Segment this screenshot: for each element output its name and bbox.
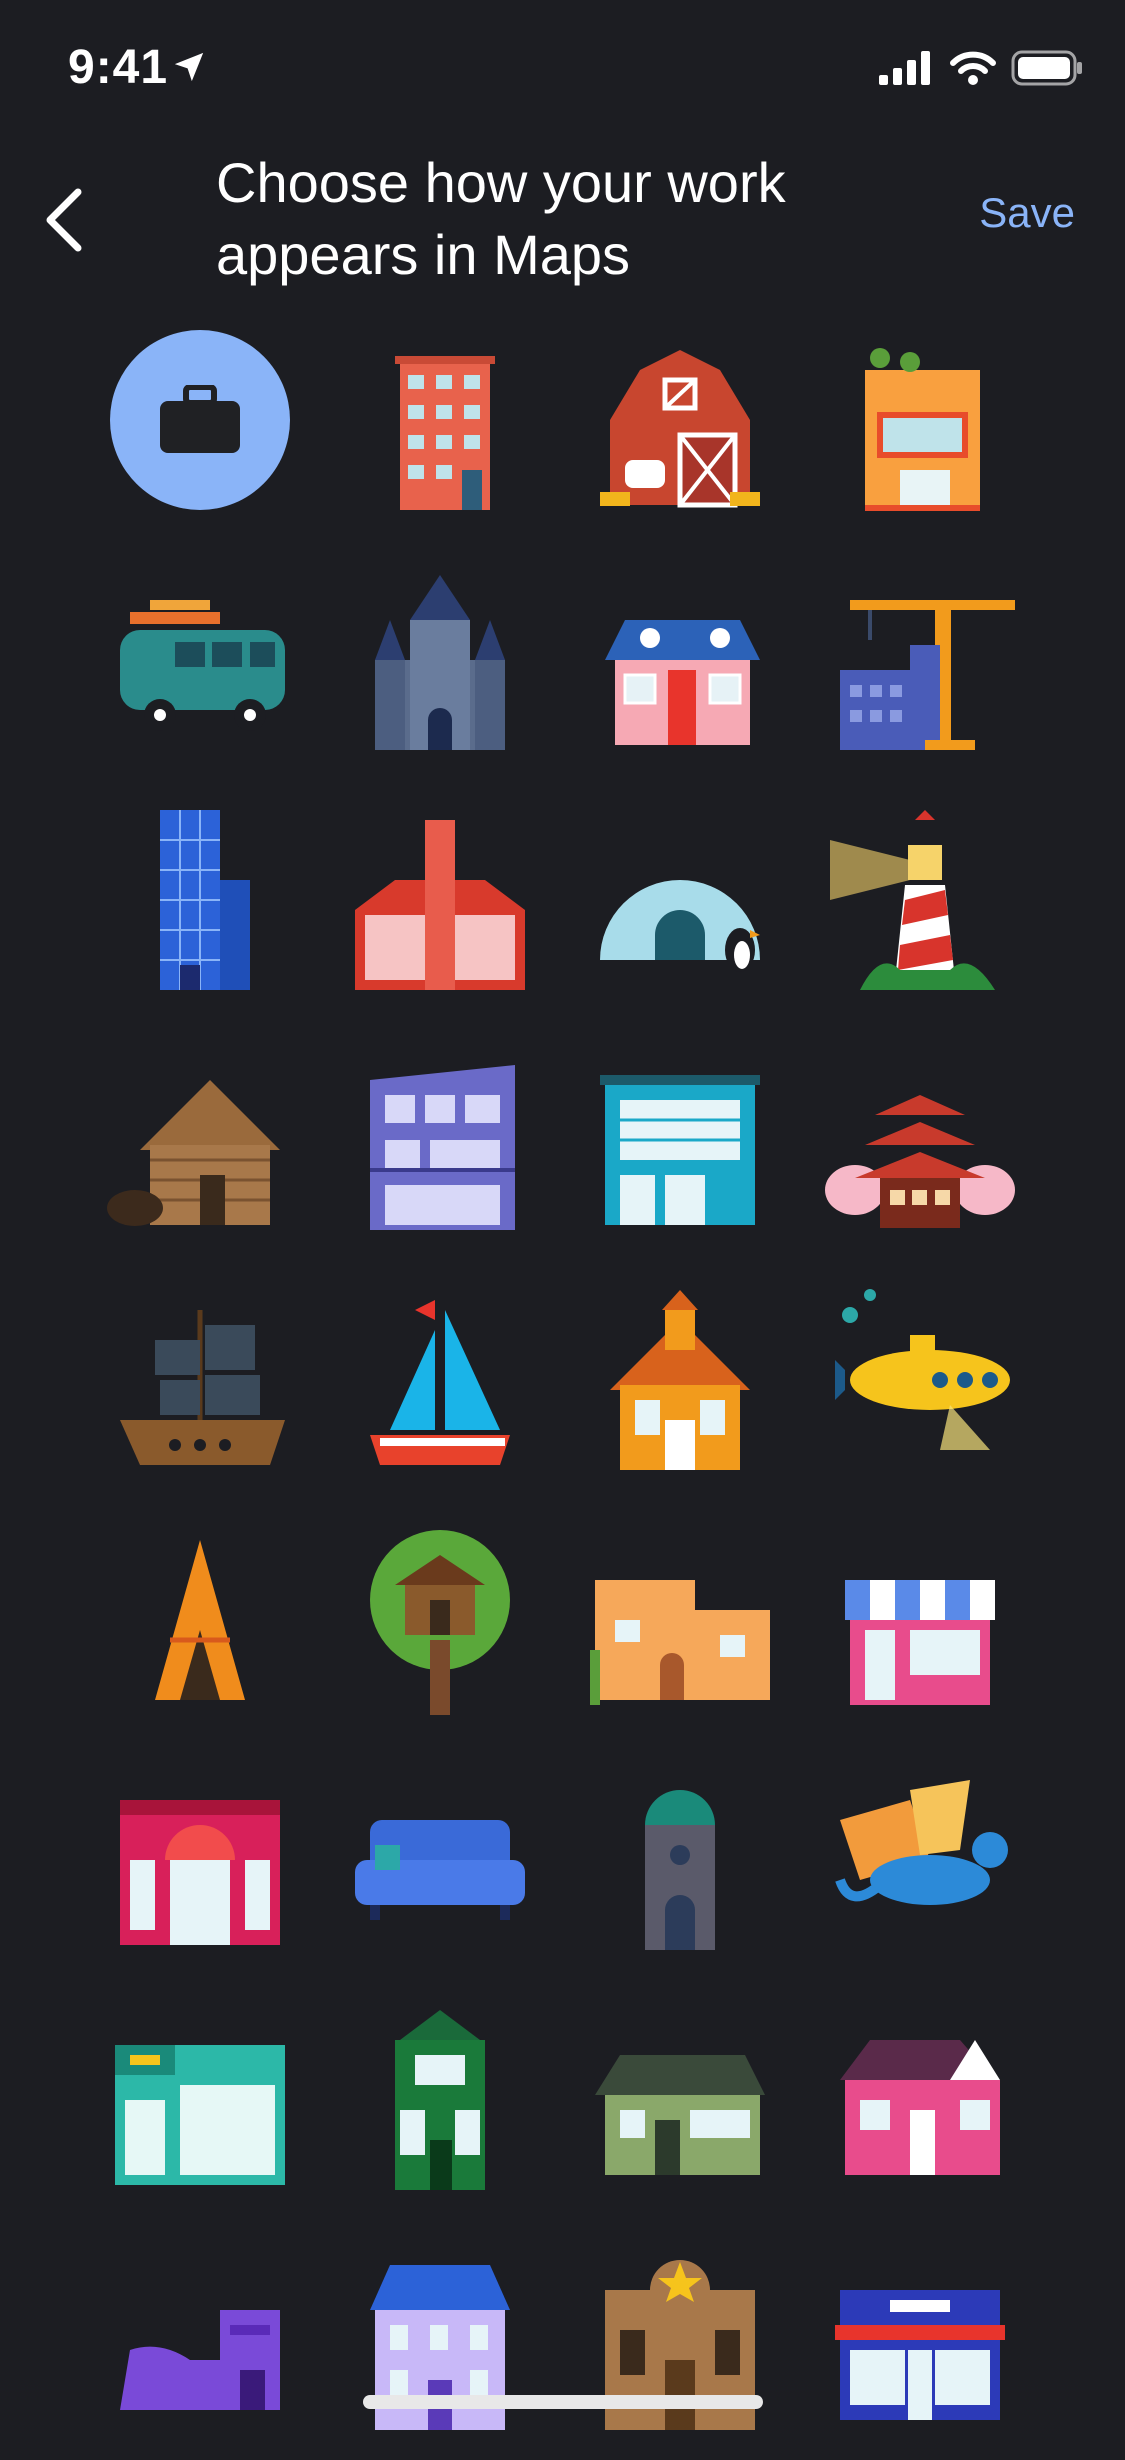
yellow-submarine-icon[interactable] — [800, 1260, 1040, 1500]
selected-indicator — [110, 330, 290, 510]
pagoda-icon[interactable] — [800, 1020, 1040, 1260]
dragon-icon[interactable] — [800, 1740, 1040, 1980]
blue-sofa-icon[interactable] — [320, 1740, 560, 1980]
back-arrow-icon[interactable] — [36, 180, 96, 260]
schoolhouse-icon[interactable] — [560, 1260, 800, 1500]
office-tower-icon[interactable] — [80, 780, 320, 1020]
camper-van-icon[interactable] — [80, 540, 320, 780]
title-line-1: Choose how your work — [216, 151, 786, 214]
glass-house-icon[interactable] — [320, 780, 560, 1020]
cottage-icon[interactable] — [560, 540, 800, 780]
red-storefront-icon[interactable] — [80, 1740, 320, 1980]
apartment-building-icon[interactable] — [320, 300, 560, 540]
shoe-house-icon[interactable] — [80, 2220, 320, 2460]
pirate-ship-icon[interactable] — [80, 1260, 320, 1500]
status-icons — [879, 50, 1083, 86]
igloo-icon[interactable] — [560, 780, 800, 1020]
gym-icon[interactable] — [80, 1980, 320, 2220]
rooftop-garden-shop-icon[interactable] — [800, 300, 1040, 540]
briefcase-icon — [160, 385, 240, 453]
wifi-icon — [950, 51, 996, 85]
diner-icon[interactable] — [800, 2220, 1040, 2460]
save-button[interactable]: Save — [979, 189, 1075, 237]
cellular-signal-icon — [879, 51, 930, 85]
green-victorian-house-icon[interactable] — [320, 1980, 560, 2220]
green-bungalow-icon[interactable] — [560, 1980, 800, 2220]
storefront-teal-icon[interactable] — [560, 1020, 800, 1260]
modern-house-icon[interactable] — [320, 1020, 560, 1260]
battery-icon — [1011, 50, 1082, 86]
home-indicator — [363, 2395, 763, 2409]
header: Choose how your work appears in Maps Sav… — [0, 135, 1125, 300]
page-title: Choose how your work appears in Maps — [216, 147, 916, 291]
sheriff-office-icon[interactable] — [560, 2220, 800, 2460]
barn-icon[interactable] — [560, 300, 800, 540]
sailboat-icon[interactable] — [320, 1260, 560, 1500]
castle-icon[interactable] — [320, 540, 560, 780]
adobe-house-icon[interactable] — [560, 1500, 800, 1740]
lighthouse-icon[interactable] — [800, 780, 1040, 1020]
location-arrow-icon — [174, 52, 204, 82]
pink-house-icon[interactable] — [800, 1980, 1040, 2220]
teepee-icon[interactable] — [80, 1500, 320, 1740]
log-cabin-icon[interactable] — [80, 1020, 320, 1260]
status-bar: 9:41 — [0, 0, 1125, 135]
title-line-2: appears in Maps — [216, 223, 631, 286]
status-time: 9:41 — [68, 41, 169, 94]
tower-dome-icon[interactable] — [560, 1740, 800, 1980]
work-briefcase-option[interactable] — [80, 300, 320, 540]
ice-cream-shop-icon[interactable] — [800, 1500, 1040, 1740]
treehouse-icon[interactable] — [320, 1500, 560, 1740]
construction-crane-icon[interactable] — [800, 540, 1040, 780]
purple-mansion-icon[interactable] — [320, 2220, 560, 2460]
